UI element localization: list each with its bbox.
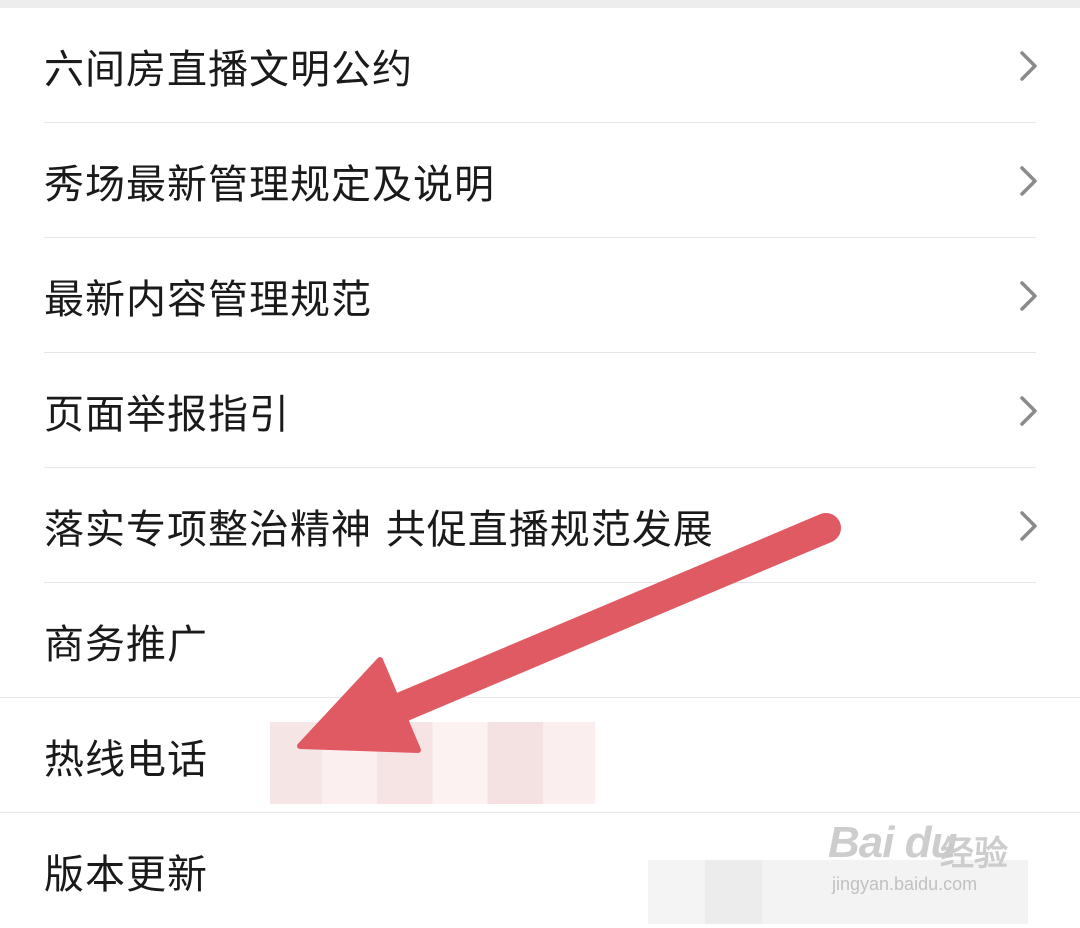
menu-item-label: 落实专项整治精神 共促直播规范发展: [44, 506, 714, 553]
watermark-text: 经验: [940, 834, 1008, 874]
top-separator-bar: [0, 0, 1080, 8]
chevron-right-icon: [1020, 510, 1037, 541]
menu-item-label: 秀场最新管理规定及说明: [44, 161, 495, 208]
baidu-jingyan-watermark: Bai du 经验 jingyan.baidu.com: [828, 818, 1028, 898]
chevron-right-icon: [1020, 165, 1037, 196]
menu-item-label: 商务推广: [44, 621, 208, 668]
menu-item-label: 最新内容管理规范: [44, 276, 372, 323]
menu-item-show-management-rules[interactable]: 秀场最新管理规定及说明: [0, 123, 1080, 238]
menu-item-label: 热线电话: [44, 736, 208, 783]
chevron-right-icon: [1020, 280, 1037, 311]
menu-item-civilization-convention[interactable]: 六间房直播文明公约: [0, 8, 1080, 123]
menu-item-label: 页面举报指引: [44, 391, 290, 438]
menu-item-report-guide[interactable]: 页面举报指引: [0, 353, 1080, 468]
menu-item-label: 版本更新: [44, 851, 208, 898]
chevron-right-icon: [1020, 395, 1037, 426]
chevron-right-icon: [1020, 50, 1037, 81]
redacted-phone-number: [270, 722, 595, 804]
menu-item-label: 六间房直播文明公约: [44, 46, 413, 93]
watermark-url: jingyan.baidu.com: [832, 874, 978, 894]
menu-item-special-rectification[interactable]: 落实专项整治精神 共促直播规范发展: [0, 468, 1080, 583]
menu-item-business-promotion[interactable]: 商务推广: [0, 583, 1080, 698]
watermark-logo: Bai du: [828, 818, 957, 867]
menu-item-content-management-spec[interactable]: 最新内容管理规范: [0, 238, 1080, 353]
